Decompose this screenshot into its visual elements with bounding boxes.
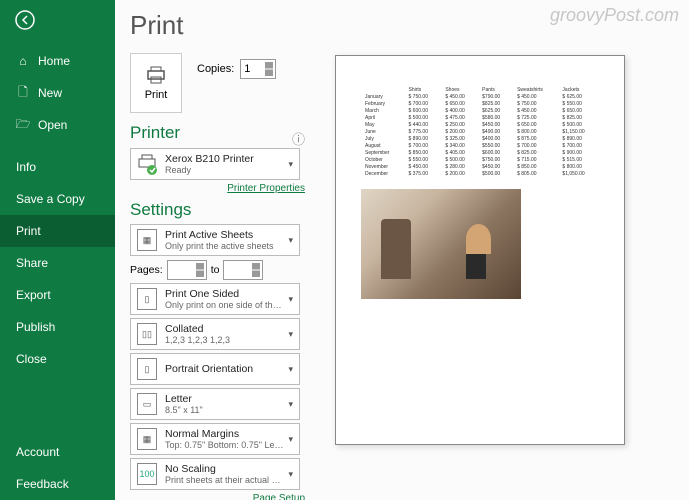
collated-dropdown[interactable]: ▯▯ Collated 1,2,3 1,2,3 1,2,3 (130, 318, 300, 350)
open-icon: 🗁 (16, 118, 30, 132)
printer-properties-link[interactable]: Printer Properties (130, 183, 305, 194)
sidebar-item-home[interactable]: ⌂ Home (0, 45, 115, 77)
sidebar-item-label: Print (16, 224, 41, 238)
print-button-label: Print (145, 89, 168, 101)
pages-from-spinner[interactable] (167, 260, 207, 280)
printer-section-title: Printer (130, 123, 305, 143)
paper-dropdown[interactable]: ▭ Letter 8.5" x 11" (130, 388, 300, 420)
back-button[interactable] (0, 0, 115, 45)
sidebar-item-feedback[interactable]: Feedback (0, 468, 115, 500)
pages-to-label: to (211, 264, 220, 276)
settings-column: Print Print Copies: 1 Printer ⓘ Xerox B2… (115, 0, 315, 500)
info-icon[interactable]: ⓘ (292, 129, 305, 148)
pages-label: Pages: (130, 264, 163, 276)
sidebar-item-label: Feedback (16, 477, 69, 491)
sidebar-item-open[interactable]: 🗁 Open (0, 109, 115, 141)
sidebar-item-label: New (38, 86, 62, 100)
backstage-sidebar: ⌂Home 🗋New 🗁Open Info Save a Copy Print … (0, 0, 115, 500)
scaling-dropdown[interactable]: 100 No Scaling Print sheets at their act… (130, 458, 300, 490)
printer-status-icon (137, 153, 157, 175)
orientation-dropdown[interactable]: ▯ Portrait Orientation (130, 353, 300, 385)
sidebar-item-label: Info (16, 160, 36, 174)
print-preview-page: ShirtsShoesPantsSweatshirtsJackets Janua… (335, 55, 625, 445)
sidebar-item-label: Save a Copy (16, 192, 85, 206)
print-button[interactable]: Print (130, 53, 182, 113)
printer-icon (145, 65, 167, 85)
sidebar-item-share[interactable]: Share (0, 247, 115, 279)
sidebar-item-new[interactable]: 🗋 New (0, 77, 115, 109)
settings-section-title: Settings (130, 200, 305, 220)
printer-dropdown[interactable]: Xerox B210 Printer Ready (130, 148, 300, 180)
copies-label: Copies: (197, 63, 234, 75)
portrait-icon: ▯ (137, 358, 157, 380)
sidebar-item-label: Open (38, 118, 67, 132)
collated-icon: ▯▯ (137, 323, 157, 345)
sidebar-item-save-copy[interactable]: Save a Copy (0, 183, 115, 215)
one-sided-icon: ▯ (137, 288, 157, 310)
sidebar-item-label: Share (16, 256, 48, 270)
sidebar-item-label: Publish (16, 320, 55, 334)
home-icon: ⌂ (16, 54, 30, 68)
preview-embedded-image (361, 189, 521, 299)
sidebar-item-label: Export (16, 288, 51, 302)
sided-dropdown[interactable]: ▯ Print One Sided Only print on one side… (130, 283, 300, 315)
watermark: groovyPost.com (550, 5, 679, 26)
margins-dropdown[interactable]: ▦ Normal Margins Top: 0.75" Bottom: 0.75… (130, 423, 300, 455)
margins-icon: ▦ (137, 428, 157, 450)
pages-to-spinner[interactable] (223, 260, 263, 280)
paper-icon: ▭ (137, 393, 157, 415)
sidebar-item-info[interactable]: Info (0, 151, 115, 183)
sidebar-item-label: Close (16, 352, 47, 366)
preview-column: ShirtsShoesPantsSweatshirtsJackets Janua… (315, 0, 689, 500)
page-title: Print (130, 10, 305, 41)
sidebar-item-print[interactable]: Print (0, 215, 115, 247)
sidebar-item-publish[interactable]: Publish (0, 311, 115, 343)
page-setup-link[interactable]: Page Setup (130, 493, 305, 500)
sidebar-item-account[interactable]: Account (0, 436, 115, 468)
scaling-icon: 100 (137, 463, 157, 485)
copies-spinner[interactable]: 1 (240, 59, 276, 79)
printer-status: Ready (165, 165, 254, 175)
sheets-icon: ▦ (137, 229, 157, 251)
sidebar-item-label: Home (38, 54, 70, 68)
new-icon: 🗋 (16, 86, 30, 100)
main-panel: Print Print Copies: 1 Printer ⓘ Xerox B2… (115, 0, 689, 500)
sidebar-item-label: Account (16, 445, 59, 459)
print-what-dropdown[interactable]: ▦ Print Active Sheets Only print the act… (130, 224, 300, 256)
preview-table: ShirtsShoesPantsSweatshirtsJackets Janua… (361, 86, 599, 177)
printer-name: Xerox B210 Printer (165, 153, 254, 165)
sidebar-item-export[interactable]: Export (0, 279, 115, 311)
sidebar-item-close[interactable]: Close (0, 343, 115, 375)
